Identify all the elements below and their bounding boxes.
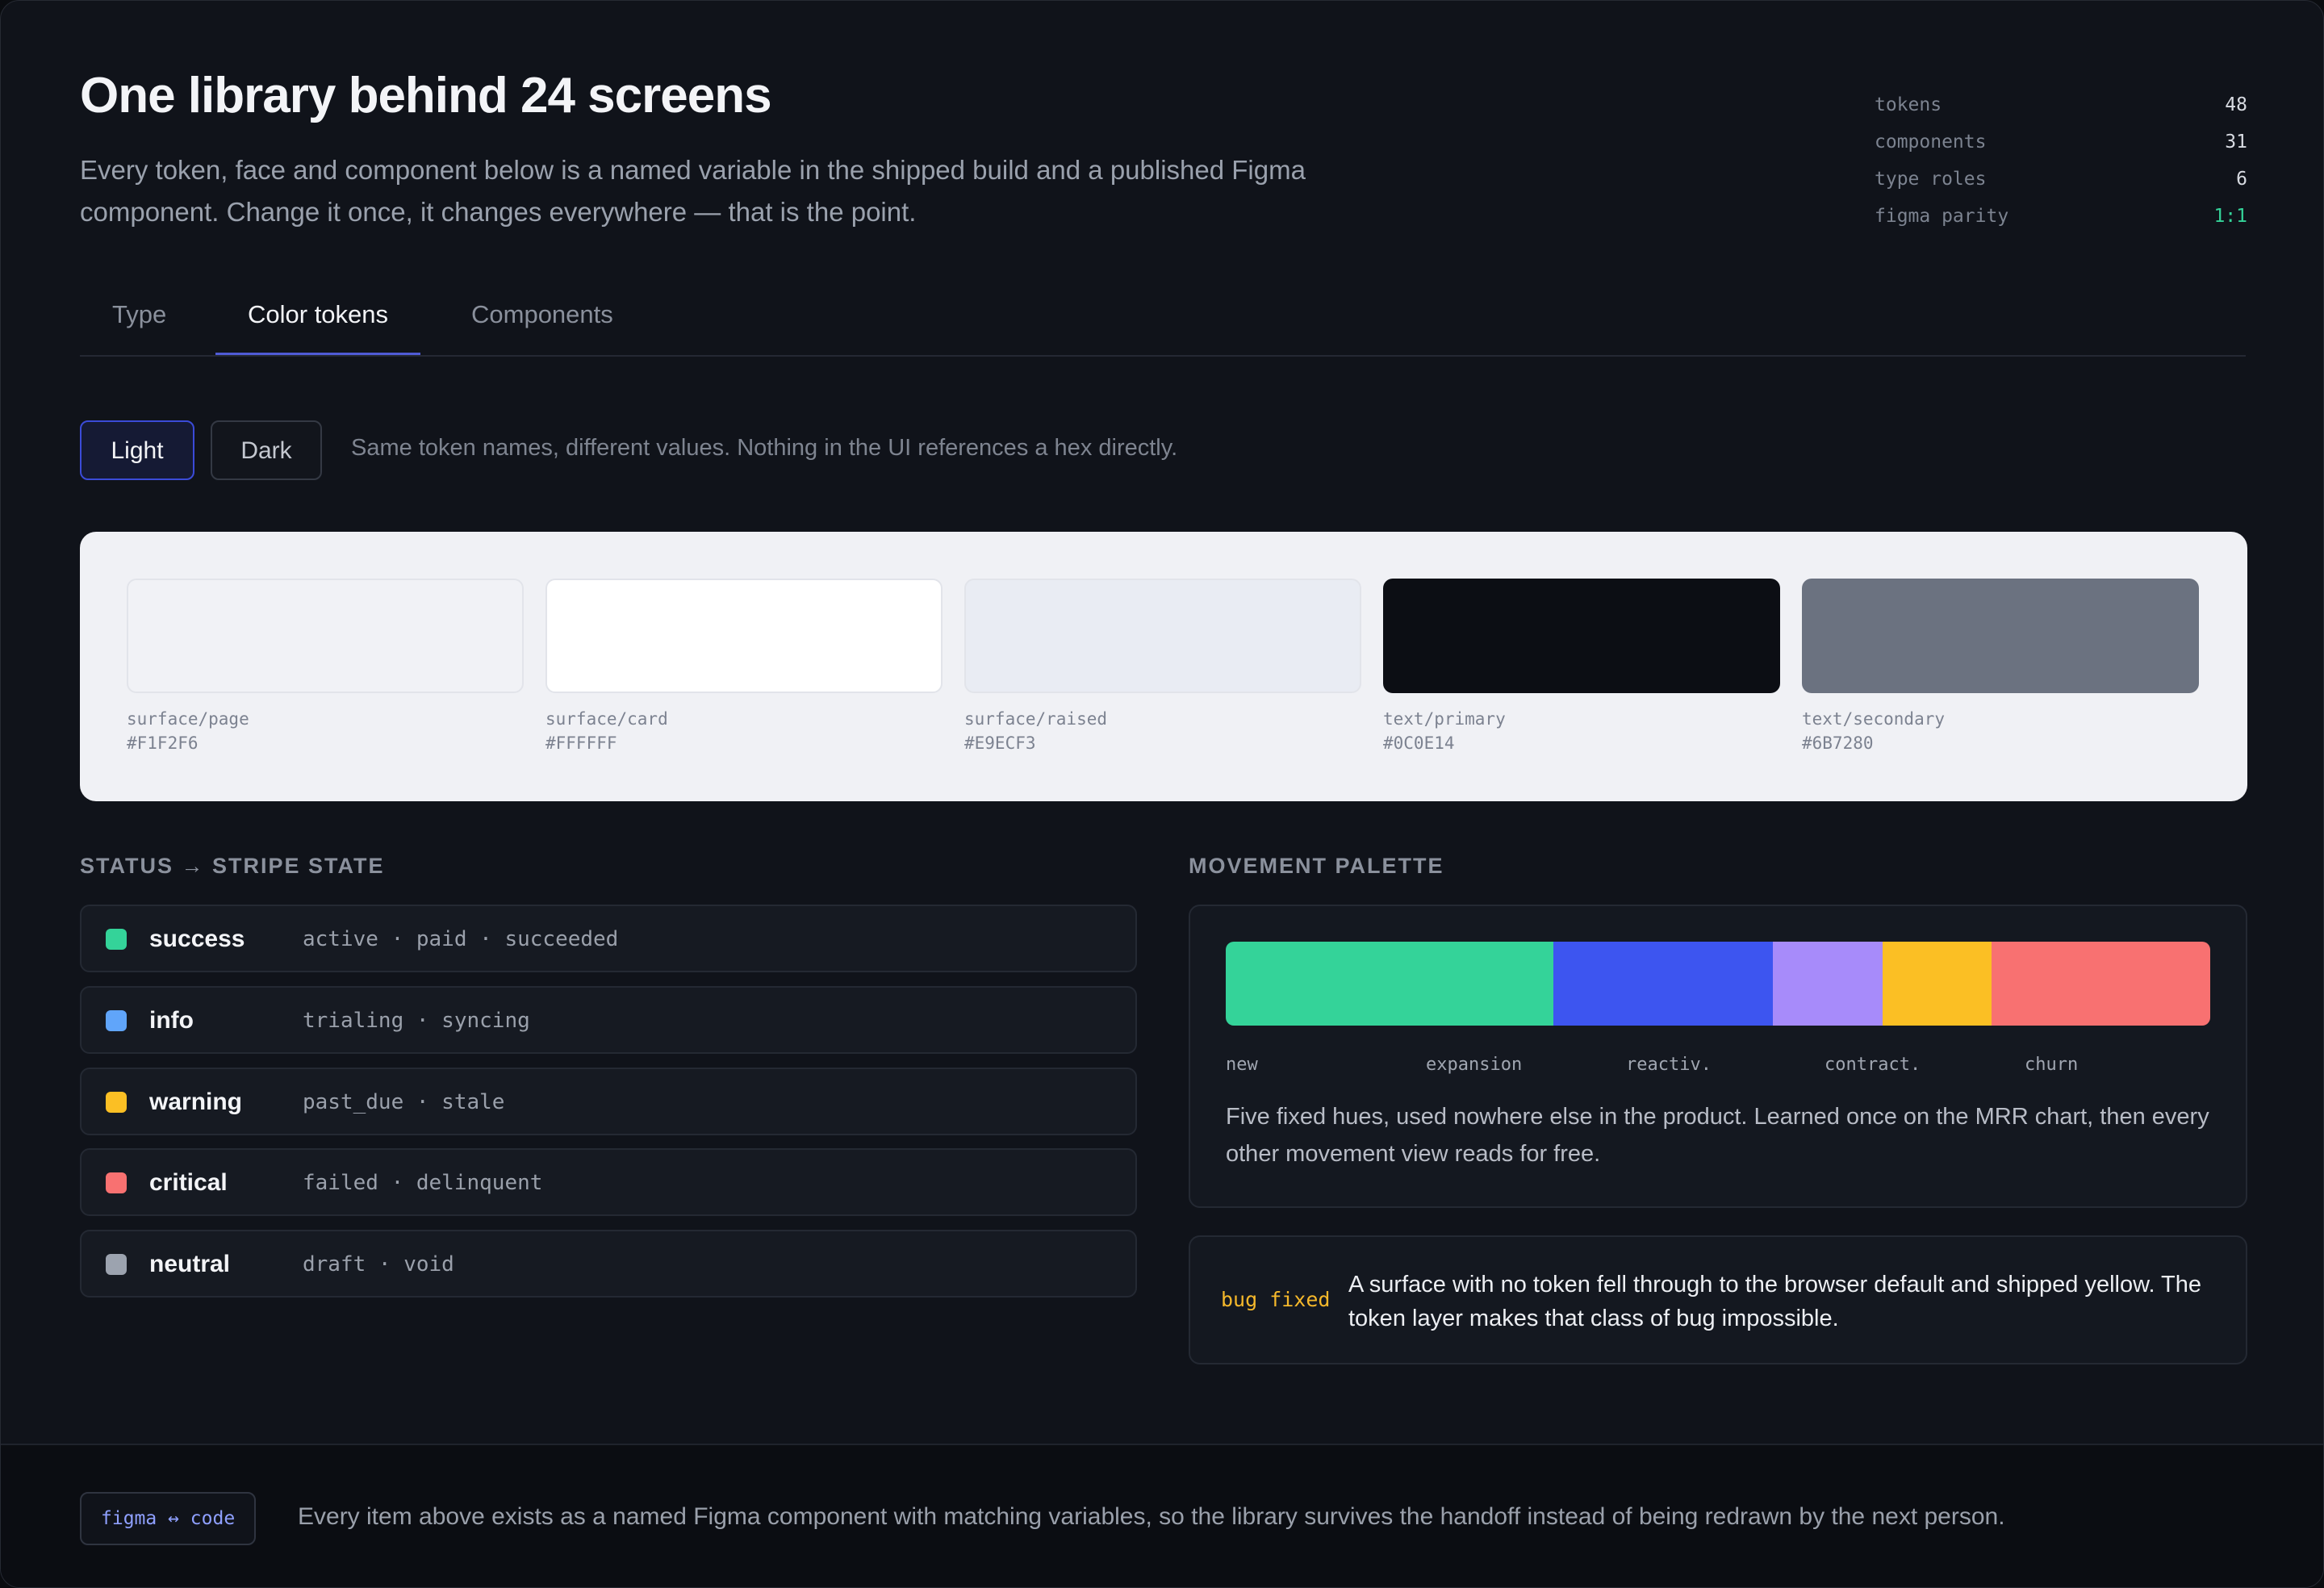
status-color-dot bbox=[106, 1172, 127, 1193]
theme-dark-button[interactable]: Dark bbox=[211, 420, 322, 480]
bug-fixed-card: bug fixed A surface with no token fell t… bbox=[1189, 1235, 2247, 1364]
status-color-dot bbox=[106, 1254, 127, 1275]
token-hex: #E9ECF3 bbox=[964, 733, 1036, 753]
stats-panel: tokens 48 components 31 type roles 6 fig… bbox=[1875, 94, 2247, 243]
token-swatch-panel: surface/page #F1F2F6 surface/card #FFFFF… bbox=[80, 532, 2247, 801]
status-section-heading: STATUS → STRIPE STATE bbox=[80, 854, 385, 878]
stat-value: 31 bbox=[2225, 132, 2247, 153]
stat-label: figma parity bbox=[1875, 206, 2009, 227]
theme-note: Same token names, different values. Noth… bbox=[351, 435, 1178, 461]
token-hex: #F1F2F6 bbox=[127, 733, 199, 753]
status-row-neutral: neutral draft · void bbox=[80, 1230, 1137, 1298]
status-states: draft · void bbox=[303, 1252, 454, 1277]
page-subtitle: Every token, face and component below is… bbox=[80, 155, 1306, 227]
movement-description: Five fixed hues, used nowhere else in th… bbox=[1226, 1104, 2209, 1167]
movement-segment-contraction bbox=[1882, 942, 1992, 1026]
movement-segment-reactivation bbox=[1773, 942, 1883, 1026]
status-states: past_due · stale bbox=[303, 1090, 505, 1114]
status-states: active · paid · succeeded bbox=[303, 927, 619, 951]
stat-label: components bbox=[1875, 132, 1987, 153]
tab-type[interactable]: Type bbox=[80, 279, 199, 355]
movement-label-expansion: expansion bbox=[1426, 1055, 1523, 1075]
page-title: One library behind 24 screens bbox=[80, 68, 772, 123]
token-swatch-text-secondary bbox=[1802, 579, 2199, 693]
token-swatch-surface-card bbox=[545, 579, 943, 693]
design-system-card: One library behind 24 screens Every toke… bbox=[0, 0, 2324, 1588]
token-swatch-text-primary bbox=[1383, 579, 1780, 693]
stat-label: tokens bbox=[1875, 94, 1942, 115]
token-name: text/primary bbox=[1383, 709, 1506, 729]
movement-label-reactivation: reactiv. bbox=[1626, 1055, 1712, 1075]
tab-components[interactable]: Components bbox=[439, 279, 646, 355]
movement-section-heading: MOVEMENT PALETTE bbox=[1189, 854, 1444, 878]
stat-row-tokens: tokens 48 bbox=[1875, 94, 2247, 132]
token-name: text/secondary bbox=[1802, 709, 1946, 729]
movement-label-churn: churn bbox=[2025, 1055, 2079, 1075]
tab-bar: Type Color tokens Components bbox=[80, 279, 2246, 357]
token-name: surface/page bbox=[127, 709, 249, 729]
tab-color-tokens[interactable]: Color tokens bbox=[215, 279, 421, 355]
status-color-dot bbox=[106, 1010, 127, 1031]
footer-text: Every item above exists as a named Figma… bbox=[298, 1503, 2005, 1530]
movement-palette-card: new expansion reactiv. contract. churn F… bbox=[1189, 905, 2247, 1208]
figma-code-badge: figma ↔ code bbox=[80, 1492, 257, 1545]
token-name: surface/card bbox=[545, 709, 668, 729]
token-hex: #0C0E14 bbox=[1383, 733, 1455, 753]
movement-label-new: new bbox=[1226, 1055, 1258, 1075]
footer: figma ↔ code Every item above exists as … bbox=[1, 1444, 2323, 1587]
movement-segment-churn bbox=[1992, 942, 2210, 1026]
token-name: surface/raised bbox=[964, 709, 1108, 729]
stat-value: 48 bbox=[2225, 94, 2247, 115]
stat-value: 6 bbox=[2236, 169, 2247, 190]
bug-fixed-text: A surface with no token fell through to … bbox=[1348, 1272, 2202, 1331]
stat-row-type-roles: type roles 6 bbox=[1875, 169, 2247, 206]
status-name: neutral bbox=[149, 1251, 231, 1277]
token-swatch-surface-page bbox=[127, 579, 524, 693]
status-row-warning: warning past_due · stale bbox=[80, 1068, 1137, 1135]
status-states: failed · delinquent bbox=[303, 1171, 543, 1195]
theme-light-button[interactable]: Light bbox=[80, 420, 194, 480]
status-color-dot bbox=[106, 1092, 127, 1113]
status-name: critical bbox=[149, 1169, 228, 1196]
status-name: warning bbox=[149, 1089, 243, 1115]
status-row-success: success active · paid · succeeded bbox=[80, 905, 1137, 972]
movement-segment-new bbox=[1226, 942, 1554, 1026]
status-color-dot bbox=[106, 929, 127, 950]
stat-row-components: components 31 bbox=[1875, 132, 2247, 169]
status-row-info: info trialing · syncing bbox=[80, 986, 1137, 1054]
bug-fixed-tag: bug fixed bbox=[1221, 1288, 1331, 1311]
token-hex: #FFFFFF bbox=[545, 733, 617, 753]
status-states: trialing · syncing bbox=[303, 1009, 530, 1033]
token-hex: #6B7280 bbox=[1802, 733, 1874, 753]
movement-label-contraction: contract. bbox=[1825, 1055, 1921, 1075]
movement-palette-bar bbox=[1226, 942, 2210, 1026]
status-row-critical: critical failed · delinquent bbox=[80, 1148, 1137, 1216]
status-name: info bbox=[149, 1007, 194, 1034]
movement-segment-expansion bbox=[1553, 942, 1774, 1026]
stat-row-figma-parity: figma parity 1:1 bbox=[1875, 206, 2247, 243]
stat-label: type roles bbox=[1875, 169, 1987, 190]
token-swatch-surface-raised bbox=[964, 579, 1361, 693]
status-name: success bbox=[149, 926, 245, 952]
stat-value: 1:1 bbox=[2213, 206, 2247, 227]
